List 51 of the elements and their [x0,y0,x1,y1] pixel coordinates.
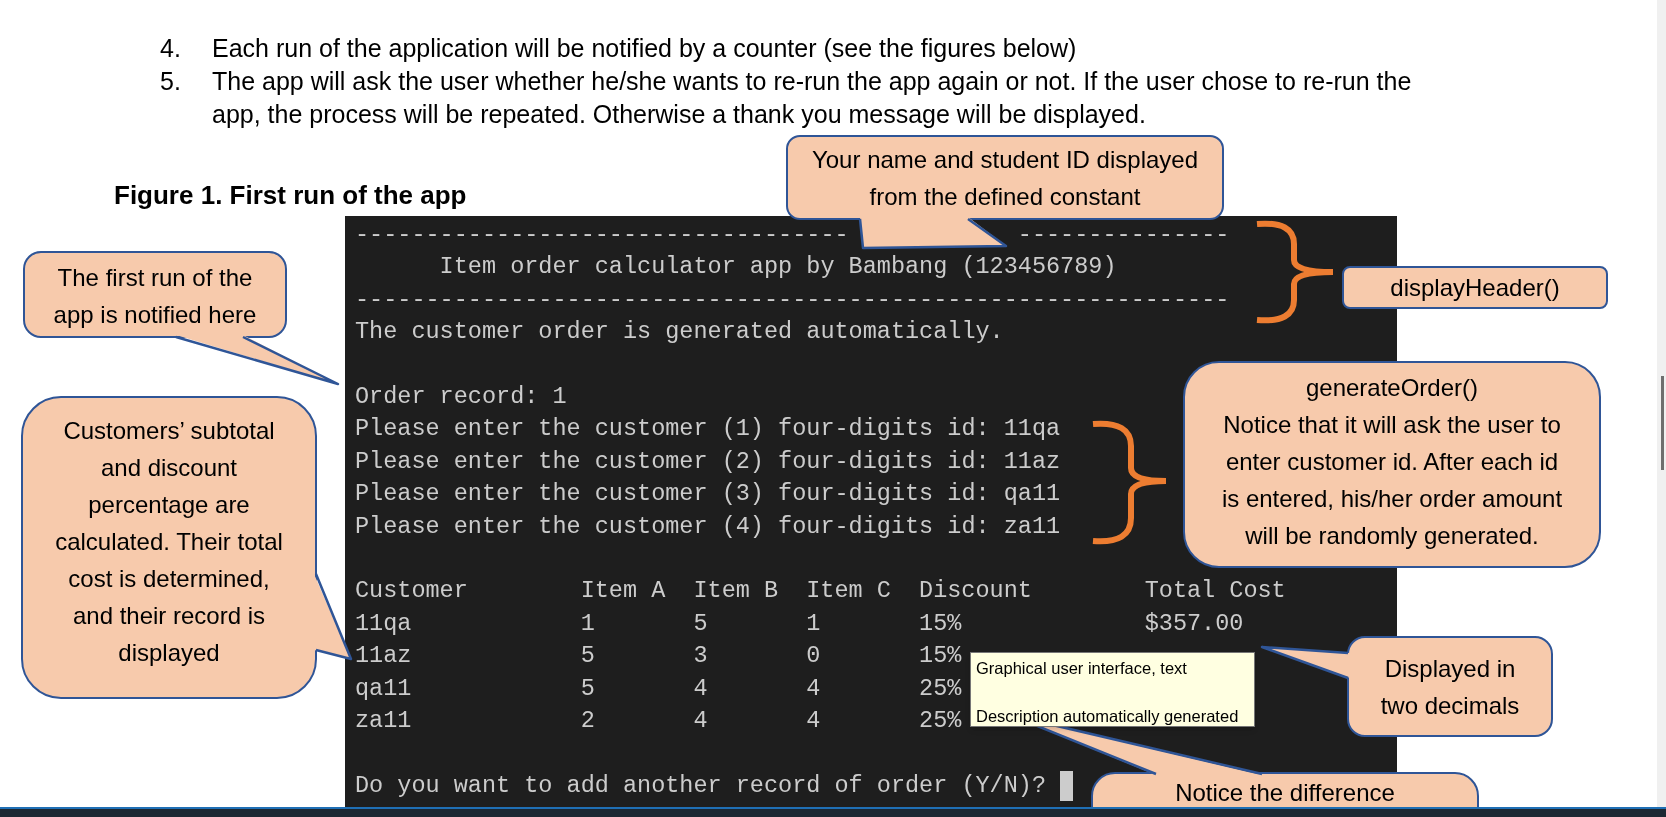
console-line: Please enter the customer (4) four-digits id: za11 [355,512,1061,540]
table-cell: 4 [806,707,821,735]
table-cell: 5 [580,674,595,702]
table-cell: 4 [806,674,821,702]
table-cell: 5 [693,609,708,637]
console-rule: ----------------------------------- [355,220,849,250]
table-cell: 1 [806,609,821,637]
table-cell: $357.00 [1144,609,1244,637]
table-cell: 3 [693,642,708,670]
table-cell: 2 [580,707,595,735]
column-header: Discount [919,577,1032,605]
list-number: 4. [160,33,182,64]
console-prompt: Do you want to add another record of order (Y/N)? [355,770,1046,801]
list-item-text: The app will ask the user whether he/she wants to re-run the app again or not. If the user chose to re-run the app, the process will be repeated. Otherwise a thank you message will be displayed. [212,66,1413,130]
column-header: Item C [806,577,891,605]
console-rule: --------------- [1017,220,1230,250]
list-number: 5. [160,66,182,97]
text-cursor [1060,771,1074,802]
table-cell: 11qa [355,609,412,637]
console-line: Please enter the customer (3) four-digits id: qa11 [355,480,1061,508]
callout: Customers’ subtotal and discount percentage are calculated. Their total cost is determined, and their record is displayed [21,396,317,699]
column-header: Customer [355,577,468,605]
scrollbar-thumb[interactable] [1661,376,1664,470]
callout: displayHeader() [1342,266,1608,309]
list-item-text: Each run of the application will be notified by a counter (see the figures below) [212,33,1078,64]
table-cell: 15% [919,609,962,637]
table-cell: 11az [355,642,412,670]
console-line: Please enter the customer (2) four-digits id: 11az [355,447,1061,475]
console-line: Please enter the customer (1) four-digits id: 11qa [355,415,1061,443]
table-cell: 25% [919,674,962,702]
table-cell: 25% [919,707,962,735]
tooltip: Graphical user interface, text Description automatically generated [970,652,1255,727]
scrollbar[interactable] [1657,0,1666,807]
column-header: Item A [580,577,666,605]
table-cell: 1 [580,609,595,637]
console-line: Item order calculator app by Bambang (123456789) [438,253,1117,281]
callout: generateOrder() Notice that it will ask the user to enter customer id. After each id is entered, his/her order amount will be randomly generated. [1183,361,1601,568]
table-cell: 15% [919,642,962,670]
figure-caption: Figure 1. First run of the app [114,180,467,210]
column-header: Item B [693,577,779,605]
console-line: Order record: 1 [355,383,567,410]
console-line: -------------------------------------------------------------- [355,285,1230,313]
table-cell: qa11 [355,674,412,702]
table-cell: za11 [355,707,412,735]
column-header: Total Cost [1144,577,1286,605]
console-line: The customer order is generated automatically. [355,318,1004,346]
table-cell: 5 [580,642,595,670]
callout: Displayed in two decimals [1347,636,1553,737]
table-cell: 0 [806,642,821,670]
table-cell: 4 [693,707,708,735]
table-cell: 4 [693,674,708,702]
